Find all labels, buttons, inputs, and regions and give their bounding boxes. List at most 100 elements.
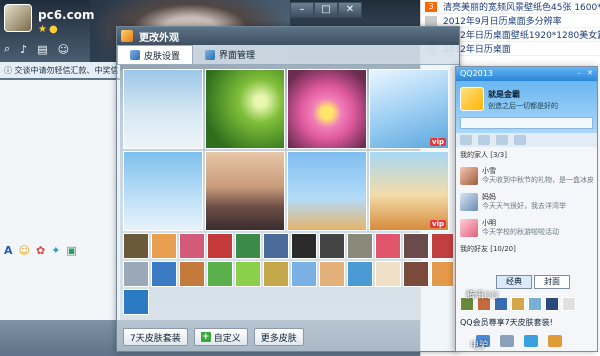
contact-item[interactable]: 小雪 今天收到中秋节的礼物，是一盒冰皮月饼 <box>456 163 597 189</box>
skin-thumbnail-small[interactable] <box>151 233 177 259</box>
contact-item[interactable]: 妈妈 今天天气很好，我去洋湾举 <box>456 189 597 215</box>
search-input[interactable] <box>460 117 593 129</box>
skin-thumbnail[interactable]: vip <box>369 69 449 149</box>
vip-badge: vip <box>430 220 446 228</box>
skin-thumbnail-small[interactable] <box>319 233 345 259</box>
contact-signature: 今天天气很好，我去洋湾举 <box>482 202 566 210</box>
mic-icon[interactable]: ♪ <box>20 43 27 56</box>
minimize-icon[interactable]: – <box>290 2 314 18</box>
groups-tab-icon[interactable] <box>478 135 490 145</box>
skin-thumbnail-small[interactable] <box>319 261 345 287</box>
security-notice: ⓘ 交谈中请勿轻信汇款、中奖信 <box>0 62 120 78</box>
skin-thumbnail-small[interactable] <box>263 261 289 287</box>
folder-icon[interactable]: ▤ <box>37 43 47 56</box>
skin-thumbnail-small[interactable] <box>123 289 149 315</box>
skin-thumbnail-small[interactable] <box>235 261 261 287</box>
skin-thumbnail[interactable] <box>287 69 367 149</box>
list-item[interactable]: 3 清亮美丽的宽频风景壁纸色45张 1600* <box>421 0 600 14</box>
tab-cover[interactable]: 封面 <box>534 275 570 289</box>
custom-skin-button[interactable]: + 自定义 <box>193 328 248 346</box>
skin-thumbnail[interactable] <box>123 151 203 231</box>
skin-thumbnail-small[interactable] <box>123 233 149 259</box>
avatar[interactable] <box>4 4 32 32</box>
skin-thumbnail-small[interactable] <box>235 233 261 259</box>
preview-titlebar: QQ2013 – ✕ <box>456 67 597 81</box>
close-icon[interactable]: ✕ <box>585 68 595 78</box>
skin-thumbnail-small[interactable] <box>403 233 429 259</box>
image-icon[interactable]: ▣ <box>66 244 76 257</box>
tab-ui-management[interactable]: 界面管理 <box>193 45 267 64</box>
avatar[interactable] <box>460 87 484 111</box>
contact-name: 小明 <box>482 219 496 227</box>
avatar <box>460 193 478 211</box>
preview-title: QQ2013 <box>460 69 493 78</box>
skin-package-button[interactable]: 7天皮肤套装 <box>123 328 188 346</box>
desktop-icon-label[interactable]: 腾讯QQ <box>466 288 498 301</box>
skin-thumbnail-small[interactable] <box>179 233 205 259</box>
close-icon[interactable]: ✕ <box>338 2 362 18</box>
search-icon[interactable]: ⌕ <box>4 42 10 56</box>
skin-thumbnail-small[interactable] <box>291 261 317 287</box>
swatch[interactable] <box>545 297 559 311</box>
skin-thumbnail-small[interactable] <box>151 261 177 287</box>
skin-thumbnail-small[interactable] <box>375 233 401 259</box>
skin-thumbnail-small[interactable] <box>179 261 205 287</box>
swatch[interactable] <box>511 297 525 311</box>
app-icon[interactable] <box>548 335 562 347</box>
palette-icon <box>130 50 140 60</box>
skin-thumbnail[interactable] <box>287 151 367 231</box>
chat-toolbar: ⌕ ♪ ▤ ☺ <box>4 40 124 58</box>
maximize-icon[interactable]: □ <box>314 2 338 18</box>
skin-thumbnail-small[interactable] <box>347 233 373 259</box>
notice-text: 交谈中请勿轻信汇款、中奖信 <box>14 66 119 75</box>
skin-thumbnail-small[interactable] <box>123 261 149 287</box>
contact-group-header[interactable]: 我的家人 [3/3] <box>456 147 597 163</box>
emoji-icon[interactable]: ☺ <box>19 244 30 257</box>
skin-dialog: 更改外观 皮肤设置 界面管理 vip vip 7天皮肤套装 + 自定义 更多皮肤 <box>116 26 460 352</box>
layout-icon <box>205 49 216 60</box>
skin-thumbnail-small[interactable] <box>207 261 233 287</box>
level-stars: ★● <box>38 24 60 35</box>
skin-thumbnail[interactable] <box>205 69 285 149</box>
skin-thumbnail-small[interactable] <box>207 233 233 259</box>
message-icon[interactable] <box>524 335 538 347</box>
tab-classic[interactable]: 经典 <box>496 275 532 289</box>
skin-thumbnail-small[interactable] <box>263 233 289 259</box>
skin-thumbnail[interactable]: vip <box>369 151 449 231</box>
list-item-text: 2012年日历桌面壁纸1920*1280美女篇 <box>443 31 600 41</box>
desktop-icon-label[interactable]: 电驴 <box>470 338 488 351</box>
shake-icon[interactable]: ✦ <box>51 244 60 257</box>
magic-emoji-icon[interactable]: ✿ <box>36 244 45 257</box>
skin-thumbnail[interactable] <box>205 151 285 231</box>
contacts-tab-icon[interactable] <box>460 135 472 145</box>
tab-skin-settings[interactable]: 皮肤设置 <box>117 45 194 64</box>
dialog-title: 更改外观 <box>139 33 179 44</box>
contact-item[interactable]: 小明 今天学校的秋游啦啦活动 <box>456 215 597 241</box>
swatch[interactable] <box>528 297 542 311</box>
skin-thumbnail-small[interactable] <box>375 261 401 287</box>
user-icon[interactable]: ☺ <box>58 43 69 56</box>
recent-tab-icon[interactable] <box>514 135 526 145</box>
swatch[interactable] <box>562 297 576 311</box>
skin-thumbnail[interactable] <box>123 69 203 149</box>
skin-thumbnail-small[interactable] <box>431 233 453 259</box>
contact-name: 妈妈 <box>482 193 496 201</box>
skin-thumbnail-small[interactable] <box>403 261 429 287</box>
dialog-button-bar: 7天皮肤套装 + 自定义 更多皮肤 <box>123 328 304 346</box>
skin-thumbnail-small[interactable] <box>431 261 453 287</box>
skin-thumbnail-small[interactable] <box>291 233 317 259</box>
contact-group-header[interactable]: 我的好友 [10/20] <box>456 241 597 257</box>
font-icon[interactable]: A <box>4 244 13 257</box>
skin-icon <box>121 30 133 42</box>
dialog-titlebar[interactable]: 更改外观 <box>117 27 459 45</box>
more-skins-button[interactable]: 更多皮肤 <box>253 328 304 346</box>
settings-icon[interactable] <box>500 335 514 347</box>
promo-text[interactable]: QQ会员尊享7天皮肤套装! <box>460 317 553 328</box>
tab-label: 界面管理 <box>219 51 256 61</box>
preview-window-controls: – ✕ <box>574 68 595 78</box>
minimize-icon[interactable]: – <box>574 68 584 78</box>
chat-area[interactable] <box>0 80 120 320</box>
chat-tab-icon[interactable] <box>496 135 508 145</box>
button-label: 7天皮肤套装 <box>130 333 181 344</box>
skin-thumbnail-small[interactable] <box>347 261 373 287</box>
